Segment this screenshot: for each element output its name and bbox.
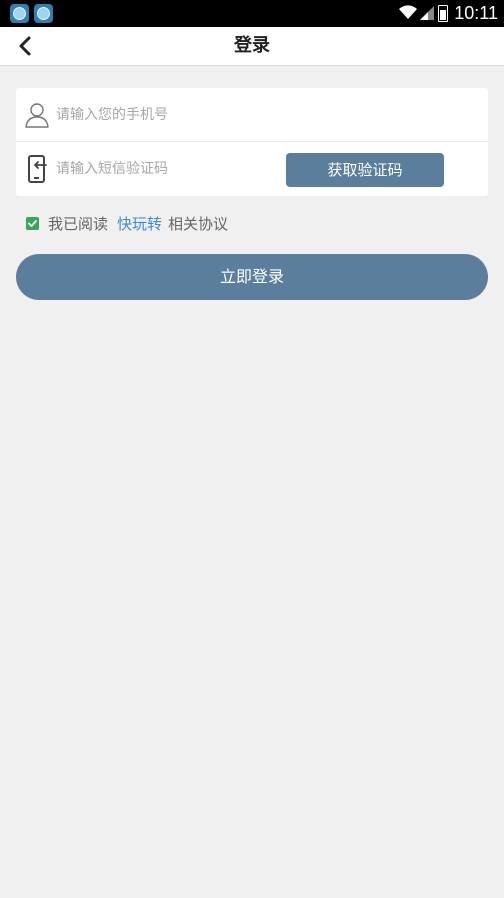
header: 登录 <box>0 27 504 66</box>
agreement: 我已阅读 快玩转 相关协议 <box>26 212 228 234</box>
login-button[interactable]: 立即登录 <box>16 254 488 300</box>
phone-input[interactable] <box>56 100 476 130</box>
signal-icon <box>420 4 435 24</box>
agreement-suffix: 相关协议 <box>168 214 229 233</box>
app-icon <box>34 4 53 23</box>
phone-login-icon <box>28 155 47 183</box>
agreement-prefix: 我已阅读 <box>48 214 109 233</box>
agreement-checkbox[interactable] <box>26 216 39 230</box>
status-indicators: 10:11 <box>398 0 498 27</box>
phone-row <box>16 88 488 142</box>
sms-code-input[interactable] <box>56 154 276 184</box>
app-icon <box>10 4 29 23</box>
user-icon <box>25 103 49 128</box>
status-time: 10:11 <box>454 3 498 23</box>
wifi-icon <box>398 4 418 24</box>
agreement-link[interactable]: 快玩转 <box>117 213 162 234</box>
get-code-button[interactable]: 获取验证码 <box>286 153 444 187</box>
sms-code-row: 获取验证码 <box>16 142 488 196</box>
check-icon <box>28 219 37 227</box>
page-title: 登录 <box>234 35 270 56</box>
status-bar: 10:11 <box>0 0 504 27</box>
battery-icon <box>438 5 449 22</box>
login-form: 获取验证码 <box>16 88 488 196</box>
